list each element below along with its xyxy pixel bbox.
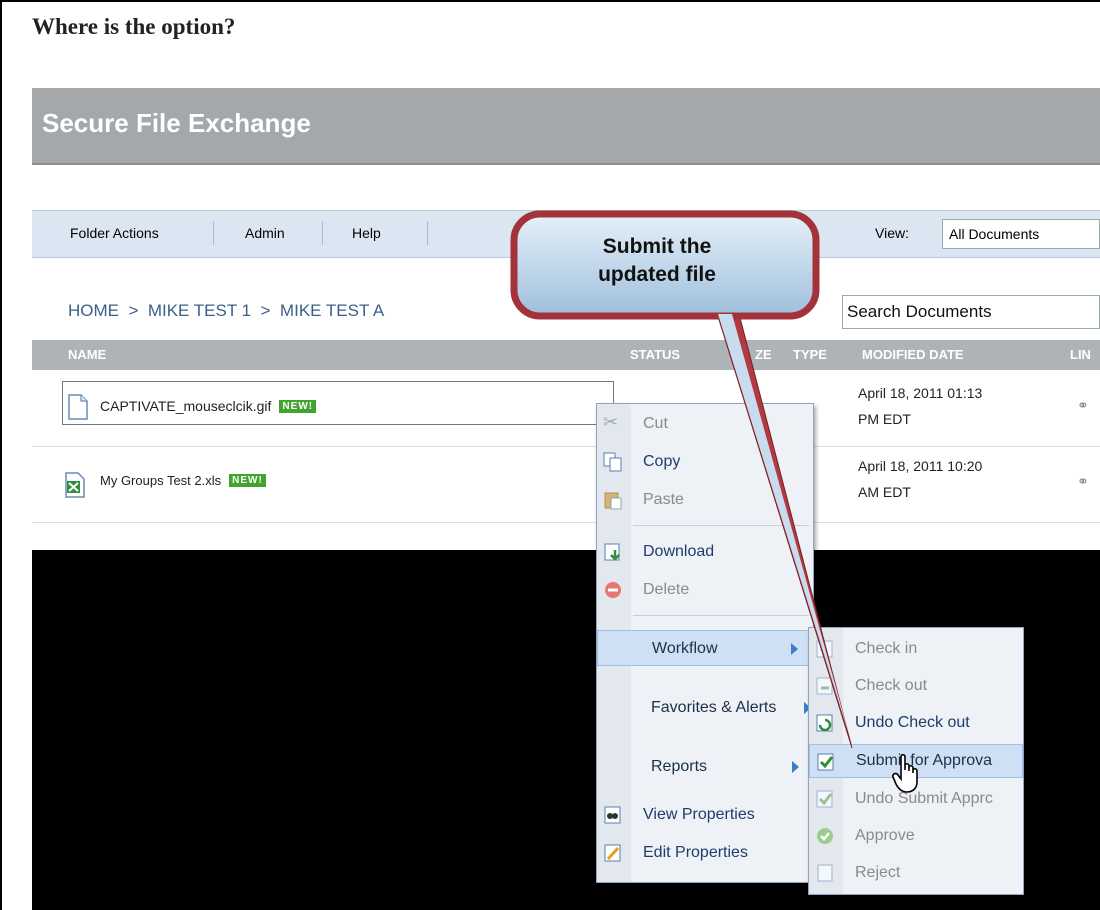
menu-separator	[633, 525, 809, 526]
menu-item-check-out[interactable]: Check out	[809, 671, 1023, 701]
paste-icon	[604, 492, 622, 510]
question-text: Where is the option?	[32, 14, 236, 39]
menu-folder-actions[interactable]: Folder Actions	[70, 225, 159, 241]
menu-item-favorites-alerts[interactable]: Favorites & Alerts	[597, 690, 813, 726]
col-link[interactable]: LIN	[1070, 347, 1091, 362]
hand-cursor-icon	[892, 754, 918, 793]
menu-item-check-in[interactable]: Check in	[809, 634, 1023, 664]
table-row[interactable]: CAPTIVATE_mouseclcik.gif NEW! April 18, 2…	[32, 370, 1100, 447]
app-title: Secure File Exchange	[42, 108, 311, 138]
menu-item-download[interactable]: Download	[597, 537, 813, 567]
col-name[interactable]: NAME	[68, 347, 106, 362]
menu-item-undo-check-out[interactable]: Undo Check out	[809, 708, 1023, 738]
new-badge: NEW!	[279, 400, 317, 413]
table-header: NAME STATUS ZE TYPE MODIFIED DATE LIN	[32, 340, 1100, 370]
menu-item-workflow[interactable]: Workflow	[597, 630, 813, 666]
breadcrumb[interactable]: HOME > MIKE TEST 1 > MIKE TEST A	[68, 301, 384, 321]
callout-text: Submit the updated file	[598, 235, 716, 286]
menu-separator	[427, 221, 428, 245]
scissors-icon: ✂	[603, 412, 619, 432]
edit-properties-icon	[604, 844, 621, 862]
menu-separator	[322, 221, 323, 245]
delete-icon	[605, 582, 621, 598]
submenu-arrow-icon	[792, 761, 799, 773]
file-name[interactable]: My Groups Test 2.xls NEW!	[100, 473, 266, 488]
col-modified-date[interactable]: MODIFIED DATE	[862, 347, 964, 362]
menu-separator	[633, 615, 809, 616]
col-type[interactable]: TYPE	[793, 347, 827, 362]
search-input[interactable]: Search Documents	[842, 295, 1100, 329]
app-titlebar: Secure File Exchange	[32, 88, 1100, 165]
context-menu: ✂ Cut Copy Paste Download Delete Workflo…	[596, 403, 814, 883]
link-icon[interactable]: ⚭	[1077, 473, 1089, 490]
check-out-icon	[816, 677, 833, 695]
menu-item-reports[interactable]: Reports	[597, 749, 813, 785]
menu-item-edit-properties[interactable]: Edit Properties	[597, 838, 813, 868]
new-badge: NEW!	[229, 474, 266, 487]
submit-approval-icon	[817, 753, 834, 771]
view-properties-icon	[604, 806, 621, 824]
reject-icon	[817, 864, 833, 882]
col-status[interactable]: STATUS	[630, 347, 680, 362]
menu-item-cut[interactable]: ✂ Cut	[597, 409, 813, 439]
menu-separator	[213, 221, 214, 245]
check-in-icon	[816, 640, 833, 658]
approve-icon	[817, 828, 833, 844]
menu-item-reject[interactable]: Reject	[809, 858, 1023, 888]
screenshot-area: Secure File Exchange Folder Actions Admi…	[32, 88, 1100, 910]
modified-date: April 18, 2011 01:13 PM EDT	[858, 385, 983, 427]
undo-checkout-icon	[816, 714, 833, 732]
menu-item-approve[interactable]: Approve	[809, 821, 1023, 851]
menu-help[interactable]: Help	[352, 225, 381, 241]
modified-date: April 18, 2011 10:20 AM EDT	[858, 458, 983, 500]
link-icon[interactable]: ⚭	[1077, 397, 1089, 414]
view-select[interactable]: All Documents	[942, 219, 1100, 249]
excel-icon	[65, 472, 85, 498]
document-icon	[68, 394, 88, 420]
file-name[interactable]: CAPTIVATE_mouseclcik.gif NEW!	[100, 398, 317, 414]
copy-icon	[603, 452, 622, 472]
undo-submit-icon	[816, 790, 833, 808]
menu-admin[interactable]: Admin	[245, 225, 285, 241]
menu-item-paste[interactable]: Paste	[597, 485, 813, 515]
table-row[interactable]: My Groups Test 2.xls NEW! April 18, 2011 …	[32, 447, 1100, 523]
submenu-arrow-icon	[791, 643, 798, 655]
menu-item-view-properties[interactable]: View Properties	[597, 800, 813, 830]
menu-item-delete[interactable]: Delete	[597, 575, 813, 605]
menu-item-copy[interactable]: Copy	[597, 447, 813, 477]
download-icon	[604, 543, 620, 561]
view-label: View:	[875, 225, 909, 241]
col-size[interactable]: ZE	[755, 347, 772, 362]
